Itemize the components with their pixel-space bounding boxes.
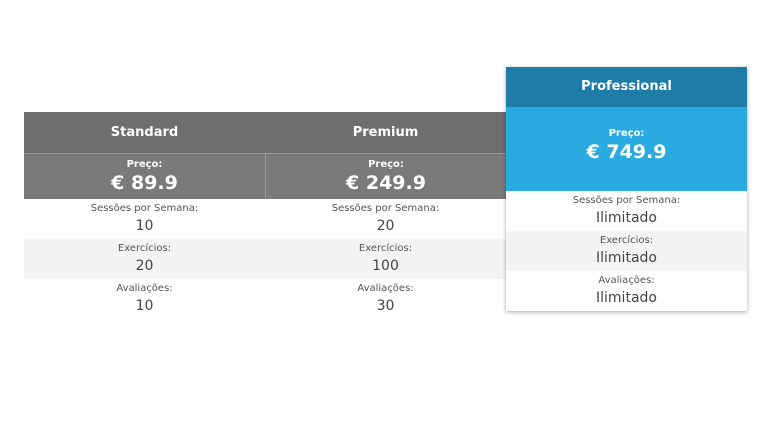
feature-label: Avaliações: bbox=[116, 283, 173, 294]
feature-row: Sessões por Semana: 20 bbox=[265, 199, 506, 239]
feature-value: 10 bbox=[135, 218, 154, 234]
feature-value: 30 bbox=[376, 298, 395, 314]
feature-value: 10 bbox=[135, 298, 154, 314]
plan-name: Premium bbox=[265, 112, 506, 153]
feature-row: Avaliações: Ilimitado bbox=[506, 271, 747, 311]
feature-label: Avaliações: bbox=[357, 283, 414, 294]
feature-row: Sessões por Semana: Ilimitado bbox=[506, 191, 747, 231]
feature-row: Avaliações: 10 bbox=[24, 279, 265, 319]
price-value: € 89.9 bbox=[111, 172, 178, 194]
feature-row: Sessões por Semana: 10 bbox=[24, 199, 265, 239]
feature-row: Exercícios: 100 bbox=[265, 239, 506, 279]
feature-row: Exercícios: Ilimitado bbox=[506, 231, 747, 271]
plan-professional: Professional Preço: € 749.9 Sessões por … bbox=[506, 67, 747, 311]
plan-standard: Standard Preço: € 89.9 Sessões por Seman… bbox=[24, 112, 265, 319]
price-label: Preço: bbox=[368, 159, 404, 170]
feature-label: Exercícios: bbox=[117, 243, 172, 254]
plan-price-box: Preço: € 89.9 bbox=[24, 153, 265, 199]
feature-value: Ilimitado bbox=[596, 290, 657, 306]
plan-price-box: Preço: € 249.9 bbox=[265, 153, 506, 199]
price-label: Preço: bbox=[126, 159, 163, 170]
feature-row: Avaliações: 30 bbox=[265, 279, 506, 319]
feature-value: 20 bbox=[376, 218, 395, 234]
plan-premium: Premium Preço: € 249.9 Sessões por Seman… bbox=[265, 112, 506, 319]
feature-row: Exercícios: 20 bbox=[24, 239, 265, 279]
plan-name: Professional bbox=[506, 67, 747, 107]
feature-value: 20 bbox=[135, 258, 154, 274]
feature-label: Avaliações: bbox=[598, 275, 655, 286]
price-label: Preço: bbox=[608, 128, 645, 139]
feature-value: Ilimitado bbox=[596, 250, 657, 266]
feature-label: Exercícios: bbox=[599, 235, 654, 246]
feature-value: 100 bbox=[372, 258, 399, 274]
feature-label: Sessões por Semana: bbox=[572, 195, 681, 206]
plan-name: Standard bbox=[24, 112, 265, 153]
feature-label: Sessões por Semana: bbox=[331, 203, 440, 214]
feature-label: Exercícios: bbox=[358, 243, 413, 254]
pricing-table: Standard Preço: € 89.9 Sessões por Seman… bbox=[0, 0, 764, 435]
price-value: € 749.9 bbox=[586, 141, 667, 163]
plan-price-box: Preço: € 749.9 bbox=[506, 107, 747, 191]
feature-label: Sessões por Semana: bbox=[90, 203, 199, 214]
price-value: € 249.9 bbox=[346, 172, 426, 194]
feature-value: Ilimitado bbox=[596, 210, 657, 226]
